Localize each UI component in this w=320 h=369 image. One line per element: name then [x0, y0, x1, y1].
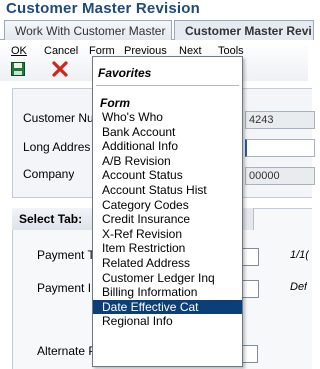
select-tab-label: Select Tab: [12, 208, 94, 230]
menu-list: Who's Who Bank Account Additional Info A/B … [93, 110, 242, 329]
menu-item[interactable]: Additional Info [93, 139, 242, 154]
ok-label: OK [11, 45, 27, 57]
save-disk-icon[interactable] [11, 62, 25, 76]
company-field: 00000 [245, 167, 315, 185]
red-x-icon[interactable] [52, 61, 68, 77]
cancel-button[interactable]: Cancel [44, 45, 78, 57]
form-dropdown-menu: Favorites Form Who's Who Bank Account Addi… [92, 56, 243, 367]
menu-item[interactable]: Item Restriction [93, 241, 242, 256]
payment-terms-description: 1/1( [290, 249, 309, 261]
menu-item[interactable]: Account Status [93, 168, 242, 183]
customer-number-label: Customer Nu [23, 111, 94, 125]
tab-customer-master-revision[interactable]: Customer Master Revi [174, 20, 314, 40]
menu-item[interactable]: X-Ref Revision [93, 227, 242, 242]
payment-terms-input[interactable] [241, 248, 259, 266]
menu-item[interactable]: Customer Ledger Inq [93, 271, 242, 286]
payment-instrument-label: Payment I [37, 281, 92, 295]
long-address-label: Long Addres [23, 140, 91, 154]
payment-instrument-input[interactable] [241, 280, 259, 298]
company-label: Company [23, 167, 75, 181]
payment-terms-label: Payment T [37, 248, 95, 262]
menu-item[interactable]: A/B Revision [93, 154, 242, 169]
menu-favorites[interactable]: Favorites [98, 66, 151, 80]
menu-item[interactable]: Account Status Hist [93, 183, 242, 198]
menu-item[interactable]: Related Address [93, 256, 242, 271]
menu-item[interactable]: Bank Account [93, 125, 242, 140]
menu-item[interactable]: Regional Info [93, 314, 242, 329]
tab-work-with-customer-master[interactable]: Work With Customer Master [4, 20, 172, 40]
menu-form-heading: Form [100, 96, 130, 110]
menu-item[interactable]: Date Effective Cat [93, 299, 242, 315]
menu-separator [96, 85, 239, 86]
payment-instrument-description: Def [290, 281, 308, 293]
ok-button[interactable]: OK [11, 45, 27, 57]
menu-item[interactable]: Who's Who [93, 110, 242, 125]
long-address-field[interactable] [245, 139, 315, 157]
menu-item[interactable]: Category Codes [93, 198, 242, 213]
page-title: Customer Master Revision [6, 0, 201, 17]
menu-item[interactable]: Credit Insurance [93, 212, 242, 227]
tab-bar: Work With Customer Master Customer Maste… [0, 20, 314, 40]
customer-number-field: 4243 [245, 111, 315, 129]
menu-item[interactable]: Billing Information [93, 285, 242, 300]
